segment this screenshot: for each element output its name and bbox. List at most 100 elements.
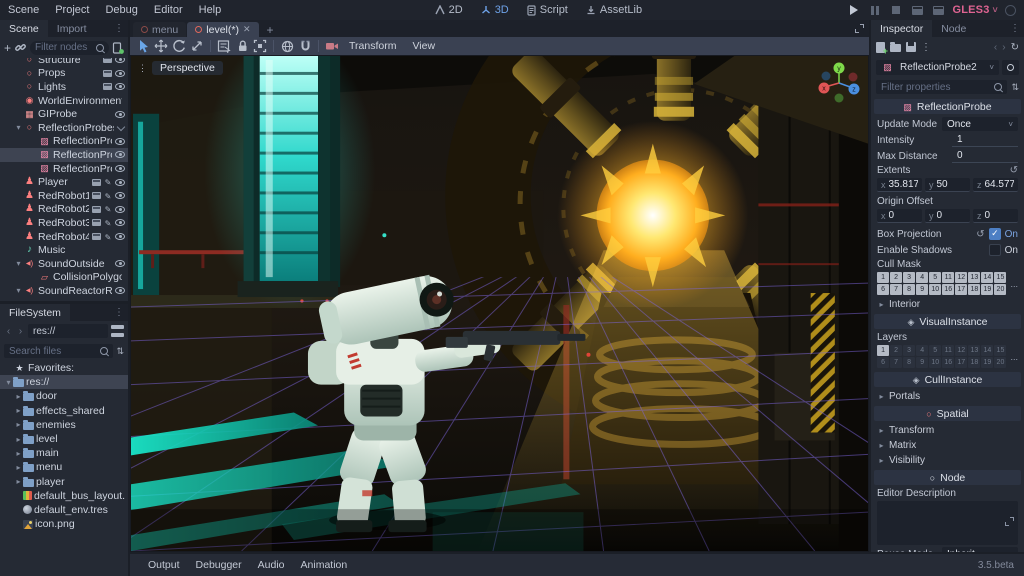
eye-icon[interactable] (115, 83, 125, 91)
dock-menu-icon[interactable]: ⋮ (110, 304, 128, 321)
layer-cell[interactable]: 18 (968, 357, 981, 368)
tab-scene[interactable]: Scene (0, 20, 48, 37)
scene-tree-item[interactable]: RedRobot2 (0, 203, 128, 217)
bottom-panel-button[interactable]: Debugger (188, 557, 250, 573)
eye-icon[interactable] (115, 165, 125, 173)
pause-button[interactable] (868, 3, 882, 17)
expand-arrow-icon[interactable] (14, 392, 23, 401)
category-reflectionprobe[interactable]: ReflectionProbe (874, 99, 1021, 114)
layer-cell[interactable]: 16 (942, 357, 955, 368)
expand-arrow-icon[interactable] (14, 463, 23, 472)
extents-x-field[interactable]: x 35.817 (877, 178, 922, 192)
scene-tree-item[interactable]: RedRobot1 (0, 189, 128, 203)
filesystem-item[interactable]: default_env.tres (0, 503, 128, 517)
mask-cell[interactable]: 20 (994, 284, 1007, 295)
workspace-2d[interactable]: 2D (427, 0, 471, 20)
stop-button[interactable] (889, 3, 903, 17)
extents-z-field[interactable]: z 64.577 (973, 178, 1018, 192)
eye-icon[interactable] (115, 151, 125, 159)
camera-preview-icon[interactable] (324, 38, 340, 54)
mask-cell[interactable]: 17 (955, 284, 968, 295)
play-custom-scene-button[interactable] (931, 3, 945, 17)
rotate-tool-icon[interactable] (171, 38, 187, 54)
section-transform[interactable]: Transform (871, 423, 1024, 438)
mask-cell[interactable]: 10 (929, 284, 942, 295)
expand-arrow-icon[interactable] (14, 449, 23, 458)
search-files-input[interactable] (9, 345, 98, 357)
menu-item[interactable]: Editor (146, 4, 191, 16)
expand-arrow-icon[interactable] (4, 378, 13, 387)
mask-cell[interactable]: 8 (903, 284, 916, 295)
revert-icon[interactable]: ↺ (976, 229, 984, 240)
expand-arrow-icon[interactable] (14, 286, 23, 295)
layer-cell[interactable]: 6 (877, 357, 890, 368)
layer-cell[interactable]: 12 (955, 345, 968, 356)
filesystem-item[interactable]: menu (0, 460, 128, 474)
eye-icon[interactable] (115, 178, 125, 186)
scene-tree-item[interactable]: ReflectionProbe3 (0, 162, 128, 176)
expand-arrow-icon[interactable] (14, 259, 23, 268)
mask-cell[interactable]: 1 (877, 272, 890, 283)
history-forward-icon[interactable]: › (1002, 42, 1005, 53)
expand-arrow-icon[interactable] (14, 123, 23, 132)
mask-cell[interactable]: 19 (981, 284, 994, 295)
update-spinner-icon[interactable] (1005, 4, 1016, 16)
split-view-icon[interactable] (111, 324, 124, 338)
intensity-field[interactable]: 1 (952, 133, 1018, 147)
scene-tree-item[interactable]: ReflectionProbe2 (0, 148, 128, 162)
scene-tree-item[interactable]: Lights (0, 80, 128, 94)
scene-tab-level[interactable]: level(*) ✕ (187, 22, 259, 37)
viewport-3d[interactable]: ⋮ Perspective y x z (130, 55, 869, 552)
scene-tree-item[interactable]: SoundReactorRoom (0, 284, 128, 298)
origin-z-field[interactable]: z0 (973, 209, 1018, 223)
scene-tree-item[interactable]: Player (0, 175, 128, 189)
filesystem-item[interactable]: icon.png (0, 517, 128, 531)
workspace-3d[interactable]: 3D (473, 0, 517, 20)
layer-cell[interactable]: 4 (916, 345, 929, 356)
layer-cell[interactable]: 19 (981, 357, 994, 368)
mask-cell[interactable]: 11 (942, 272, 955, 283)
eye-icon[interactable] (115, 260, 125, 268)
mask-cell[interactable]: 14 (981, 272, 994, 283)
scene-tree-item[interactable]: ReflectionProbe1 (0, 135, 128, 149)
mask-cell[interactable]: 12 (955, 272, 968, 283)
scene-tree-item[interactable]: Props (0, 67, 128, 81)
scale-tool-icon[interactable] (189, 38, 205, 54)
mask-cell[interactable]: 9 (916, 284, 929, 295)
scene-tree-item[interactable]: ReflectionProbes (0, 121, 128, 135)
update-mode-dropdown[interactable]: Once ˅ (942, 117, 1018, 131)
tab-import[interactable]: Import (48, 20, 96, 37)
filesystem-item[interactable]: Favorites: (0, 361, 128, 375)
scene-tree-item[interactable]: RedRobot3 (0, 216, 128, 230)
attach-script-button[interactable] (112, 41, 124, 54)
enable-shadows-checkbox[interactable] (988, 244, 1001, 256)
layer-cell[interactable]: 20 (994, 357, 1007, 368)
eye-icon[interactable] (115, 69, 125, 77)
menu-item[interactable]: Project (47, 4, 97, 16)
filesystem-item[interactable]: level (0, 432, 128, 446)
filter-properties-field[interactable] (876, 80, 1008, 94)
add-node-button[interactable]: + (4, 42, 11, 54)
mask-cell[interactable]: 6 (877, 284, 890, 295)
section-portals[interactable]: Portals (871, 389, 1024, 404)
forward-icon[interactable]: › (16, 326, 25, 337)
lock-icon[interactable] (234, 38, 250, 54)
category-cullinstance[interactable]: CullInstance (874, 372, 1021, 387)
save-resource-icon[interactable] (906, 42, 916, 52)
new-scene-tab-button[interactable]: + (260, 22, 281, 37)
filesystem-item[interactable]: door (0, 389, 128, 403)
path-field[interactable] (28, 324, 108, 338)
sort-icon[interactable]: ⇅ (116, 346, 124, 357)
layer-cell[interactable]: 15 (994, 345, 1007, 356)
filesystem-item[interactable]: main (0, 446, 128, 460)
expand-arrow-icon[interactable] (14, 477, 23, 486)
section-visibility[interactable]: Visibility (871, 453, 1024, 468)
scene-tree-item[interactable]: SoundOutside (0, 257, 128, 271)
scene-tree-item[interactable]: Music (0, 243, 128, 257)
menu-item[interactable]: Debug (97, 4, 145, 16)
play-button[interactable] (847, 3, 861, 17)
extents-y-field[interactable]: y 50 (925, 178, 970, 192)
path-input[interactable] (33, 325, 103, 337)
perspective-button[interactable]: Perspective (152, 61, 223, 75)
eye-icon[interactable] (115, 192, 125, 200)
